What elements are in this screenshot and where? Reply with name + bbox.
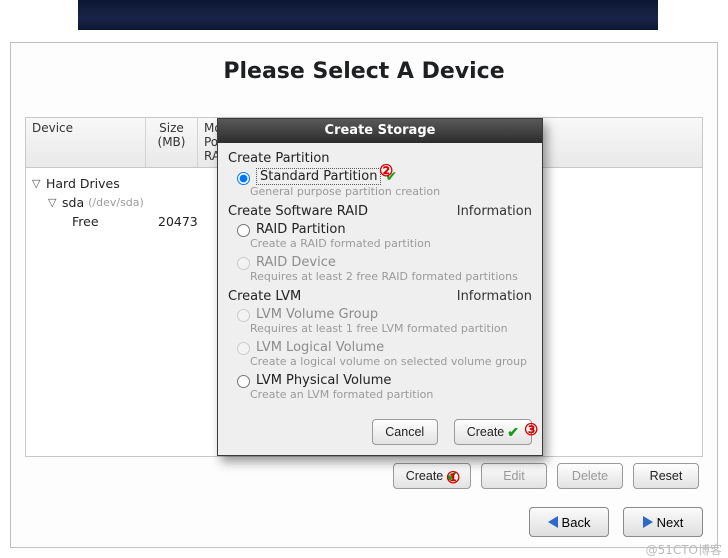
section-create-lvm: Create LVM Information bbox=[228, 289, 532, 304]
option-raid-partition[interactable]: RAID Partition bbox=[228, 219, 532, 237]
col-device[interactable]: Device bbox=[26, 118, 146, 167]
dialog-actions: Cancel Create ✔ bbox=[218, 411, 542, 455]
annotation-2: ② bbox=[379, 161, 393, 181]
option-label: LVM Physical Volume bbox=[256, 373, 391, 388]
option-hint: Create an LVM formated partition bbox=[250, 388, 532, 401]
next-button[interactable]: Next bbox=[623, 507, 703, 537]
section-label: Create Software RAID bbox=[228, 204, 368, 219]
check-icon: ✔ bbox=[507, 425, 519, 439]
cancel-button-label: Cancel bbox=[385, 425, 424, 439]
option-raid-device: RAID Device bbox=[228, 252, 532, 270]
hard-drives-label: Hard Drives bbox=[46, 176, 120, 191]
option-hint: General purpose partition creation bbox=[250, 185, 532, 198]
dialog-body: Create Partition Standard Partition ✔ Ge… bbox=[218, 143, 542, 411]
watermark: @51CTO博客 bbox=[646, 541, 722, 558]
option-label: LVM Logical Volume bbox=[256, 340, 384, 355]
option-hint: Create a RAID formated partition bbox=[250, 237, 532, 250]
option-label: RAID Partition bbox=[256, 222, 346, 237]
cancel-button[interactable]: Cancel bbox=[372, 419, 438, 445]
option-hint: Requires at least 2 free RAID formated p… bbox=[250, 270, 532, 283]
dialog-title: Create Storage bbox=[218, 119, 542, 143]
arrow-right-icon bbox=[643, 516, 653, 528]
delete-button-label: Delete bbox=[572, 469, 608, 483]
dialog-create-button-label: Create bbox=[467, 425, 505, 439]
option-label: RAID Device bbox=[256, 255, 336, 270]
col-size[interactable]: Size (MB) bbox=[146, 118, 198, 167]
option-lvm-lv: LVM Logical Volume bbox=[228, 337, 532, 355]
edit-button-label: Edit bbox=[503, 469, 525, 483]
arrow-left-icon bbox=[548, 516, 558, 528]
section-create-raid: Create Software RAID Information bbox=[228, 204, 532, 219]
option-hint: Create a logical volume on selected volu… bbox=[250, 355, 532, 368]
edit-button: Edit bbox=[481, 463, 547, 489]
disclosure-icon[interactable]: ▽ bbox=[48, 196, 60, 209]
radio-lvm-lv bbox=[237, 342, 250, 355]
radio-raid-partition[interactable] bbox=[237, 224, 250, 237]
option-label: Standard Partition bbox=[256, 168, 381, 185]
table-toolbar: Create ✔ Edit Delete Reset bbox=[393, 463, 699, 489]
disclosure-icon[interactable]: ▽ bbox=[32, 177, 44, 190]
page-title: Please Select A Device bbox=[11, 59, 717, 84]
reset-button[interactable]: Reset bbox=[633, 463, 699, 489]
dialog-create-button[interactable]: Create ✔ bbox=[454, 419, 532, 445]
back-button-label: Back bbox=[562, 515, 591, 530]
option-label: LVM Volume Group bbox=[256, 307, 378, 322]
radio-standard-partition[interactable] bbox=[237, 172, 250, 185]
header-banner bbox=[78, 0, 658, 30]
information-link[interactable]: Information bbox=[457, 204, 532, 219]
section-label: Create Partition bbox=[228, 151, 330, 166]
free-size: 20473 bbox=[158, 214, 198, 229]
option-lvm-vg: LVM Volume Group bbox=[228, 304, 532, 322]
device-sda: sda bbox=[62, 195, 84, 210]
create-button-label: Create bbox=[406, 469, 444, 483]
option-hint: Requires at least 1 free LVM formated pa… bbox=[250, 322, 532, 335]
delete-button: Delete bbox=[557, 463, 623, 489]
back-button[interactable]: Back bbox=[529, 507, 609, 537]
annotation-1: ① bbox=[446, 468, 460, 488]
wizard-nav: Back Next bbox=[529, 507, 703, 537]
annotation-3: ③ bbox=[524, 420, 538, 440]
section-label: Create LVM bbox=[228, 289, 301, 304]
device-sda-path: (/dev/sda) bbox=[88, 196, 144, 209]
free-label: Free bbox=[72, 214, 158, 229]
next-button-label: Next bbox=[657, 515, 684, 530]
option-lvm-pv[interactable]: LVM Physical Volume bbox=[228, 370, 532, 388]
reset-button-label: Reset bbox=[650, 469, 683, 483]
radio-lvm-pv[interactable] bbox=[237, 375, 250, 388]
information-link[interactable]: Information bbox=[457, 289, 532, 304]
radio-raid-device bbox=[237, 257, 250, 270]
radio-lvm-vg bbox=[237, 309, 250, 322]
